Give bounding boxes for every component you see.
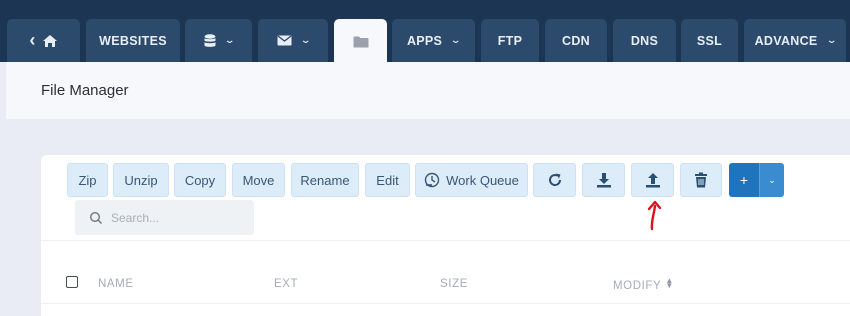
page-title: File Manager — [41, 82, 129, 99]
column-header-name[interactable]: NAME — [98, 278, 134, 290]
download-icon — [596, 173, 611, 188]
move-button[interactable]: Move — [232, 163, 285, 197]
tab-dns[interactable]: DNS — [613, 19, 676, 62]
download-button[interactable] — [582, 163, 625, 197]
tab-apps[interactable]: APPS ⌄ — [392, 19, 475, 62]
search-input[interactable] — [111, 210, 241, 225]
trash-icon — [695, 172, 707, 188]
unzip-button[interactable]: Unzip — [113, 163, 169, 197]
column-header-ext[interactable]: EXT — [274, 278, 298, 290]
table-header: NAME EXT SIZE MODIFY ▲ ▼ — [41, 273, 850, 303]
copy-button[interactable]: Copy — [174, 163, 226, 197]
chevron-down-icon: ⌄ — [450, 35, 463, 45]
zip-button[interactable]: Zip — [67, 163, 108, 197]
tab-advance[interactable]: ADVANCE ⌄ — [744, 19, 846, 62]
column-header-size[interactable]: SIZE — [440, 278, 468, 290]
tab-email[interactable]: ⌄ — [258, 19, 328, 62]
delete-button[interactable] — [680, 163, 722, 197]
database-icon — [204, 33, 216, 47]
column-header-modify-label: MODIFY — [613, 280, 662, 292]
back-chevron-icon[interactable]: ‹ — [29, 30, 35, 51]
tab-advance-label: ADVANCE — [754, 33, 818, 48]
page-header: File Manager — [6, 62, 850, 119]
envelope-icon — [277, 35, 292, 46]
tab-ftp-label: FTP — [497, 33, 523, 48]
divider — [41, 303, 850, 304]
chevron-down-icon: ⌄ — [825, 35, 838, 45]
search-box[interactable] — [75, 200, 254, 235]
tab-cdn[interactable]: CDN — [545, 19, 607, 62]
divider — [41, 240, 850, 241]
tab-apps-label: APPS — [406, 33, 443, 48]
rename-button[interactable]: Rename — [291, 163, 359, 197]
annotation-arrow-icon — [647, 200, 662, 231]
tab-database[interactable]: ⌄ — [185, 19, 252, 62]
tab-home[interactable]: ‹ — [7, 19, 80, 62]
chevron-down-icon: ⌄ — [299, 35, 312, 45]
tab-cdn-label: CDN — [562, 33, 590, 48]
tab-ssl[interactable]: SSL — [681, 19, 738, 62]
tab-ftp[interactable]: FTP — [481, 19, 539, 62]
search-icon — [89, 211, 102, 224]
sort-icon[interactable]: ▲ ▼ — [665, 277, 674, 290]
refresh-icon — [548, 173, 561, 186]
home-icon — [42, 34, 57, 47]
upload-icon — [645, 173, 660, 188]
new-item-button[interactable]: + — [729, 163, 759, 197]
tab-dns-label: DNS — [630, 33, 659, 48]
work-queue-icon — [424, 172, 440, 188]
new-item-split-button[interactable]: + ⌄ — [729, 163, 784, 197]
select-all-checkbox[interactable] — [66, 276, 78, 288]
edit-button[interactable]: Edit — [365, 163, 410, 197]
column-header-modify[interactable]: MODIFY ▲ ▼ — [613, 277, 674, 293]
work-queue-button[interactable]: Work Queue — [415, 163, 528, 197]
chevron-down-icon: ⌄ — [223, 35, 236, 45]
tab-ssl-label: SSL — [696, 33, 723, 48]
top-navigation: ‹ WEBSITES ⌄ ⌄ APPS ⌄ FTP CDN DNS SSL AD… — [0, 0, 850, 65]
work-queue-label: Work Queue — [446, 172, 519, 188]
chevron-down-icon[interactable]: ⌄ — [759, 163, 784, 197]
tab-websites[interactable]: WEBSITES — [86, 19, 180, 62]
refresh-button[interactable] — [533, 163, 576, 197]
upload-button[interactable] — [631, 163, 674, 197]
tab-file-manager[interactable] — [334, 19, 387, 65]
file-manager-panel: Zip Unzip Copy Move Rename Edit Work Que… — [41, 155, 850, 316]
folder-icon — [353, 36, 368, 48]
tab-websites-label: WEBSITES — [99, 33, 167, 48]
